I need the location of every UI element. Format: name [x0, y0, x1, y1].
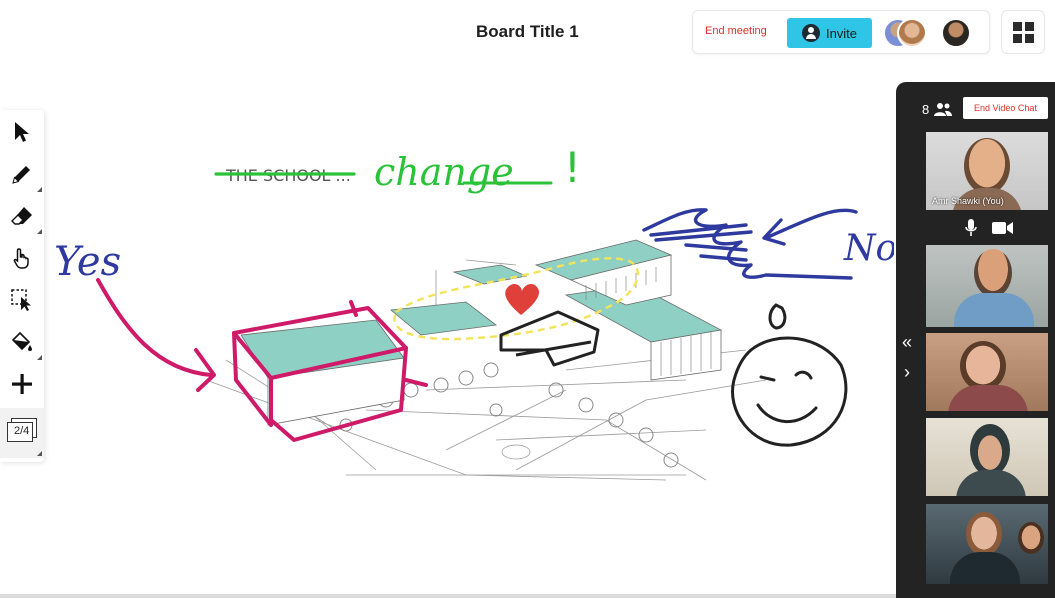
page-navigator[interactable]: 2/4	[0, 408, 44, 458]
invite-label: Invite	[825, 25, 858, 41]
invite-button[interactable]: Invite	[787, 18, 872, 48]
self-video-tile[interactable]: Amr Shawki (You)	[926, 132, 1048, 210]
camera-icon[interactable]	[992, 221, 1014, 235]
whiteboard-app: Board Title 1 End meeting Invite 2/4 cha…	[0, 0, 1055, 598]
end-meeting-button[interactable]: End meeting	[705, 25, 767, 37]
grid-view-button[interactable]	[1001, 10, 1045, 54]
avatar	[897, 18, 927, 48]
arrow-pointer-icon	[15, 122, 29, 142]
meeting-controls: End meeting Invite	[692, 10, 990, 54]
change-handwriting: change	[374, 150, 514, 194]
eraser-tool[interactable]	[6, 200, 42, 234]
heart-mark	[505, 284, 540, 315]
participant-video-tile[interactable]	[926, 418, 1048, 496]
end-video-chat-button[interactable]: End Video Chat	[963, 97, 1048, 119]
pencil-icon	[12, 166, 30, 184]
fill-tool[interactable]	[6, 326, 42, 360]
eraser-icon	[11, 207, 32, 225]
pan-tool[interactable]	[6, 242, 38, 274]
participant-video-tile[interactable]	[926, 504, 1048, 584]
microphone-icon[interactable]	[964, 218, 978, 238]
page-indicator: 2/4	[14, 425, 30, 437]
add-tool[interactable]	[6, 368, 38, 400]
hand-pointer-icon	[13, 248, 29, 269]
yes-handwriting: Yes	[54, 239, 121, 285]
user-icon	[801, 24, 820, 42]
self-name-label: Amr Shawki (You)	[932, 196, 1004, 206]
drawing-toolbar: 2/4	[0, 110, 44, 462]
building-roofs	[240, 239, 723, 426]
bottom-divider	[0, 594, 896, 598]
participant-video-tile[interactable]	[926, 333, 1048, 411]
avatar	[941, 18, 971, 48]
marquee-select-icon	[11, 289, 31, 311]
participant-count: 8	[922, 102, 930, 117]
pen-tool[interactable]	[6, 158, 42, 192]
black-outline-sketch	[499, 310, 600, 367]
chevron-right-icon[interactable]: ›	[904, 362, 910, 383]
smiley-face-drawing	[731, 303, 848, 447]
video-chat-panel: 8 End Video Chat Amr Shawki (You) « ›	[896, 82, 1055, 598]
participant-video-tile[interactable]	[926, 245, 1048, 327]
double-chevron-left-icon[interactable]: «	[902, 332, 912, 353]
area-select-tool[interactable]	[6, 284, 38, 316]
plus-icon	[12, 374, 32, 394]
people-icon	[934, 103, 952, 116]
exclaim-mark: !	[564, 143, 581, 192]
select-tool[interactable]	[6, 116, 38, 148]
whiteboard-canvas[interactable]: THE SCHOOL ... change ! Yes No	[46, 80, 894, 540]
magenta-arrow	[96, 278, 216, 392]
blue-annotation	[642, 208, 858, 280]
paint-bucket-icon	[11, 331, 32, 351]
board-title[interactable]: Board Title 1	[476, 22, 579, 42]
no-handwriting: No	[843, 228, 894, 269]
